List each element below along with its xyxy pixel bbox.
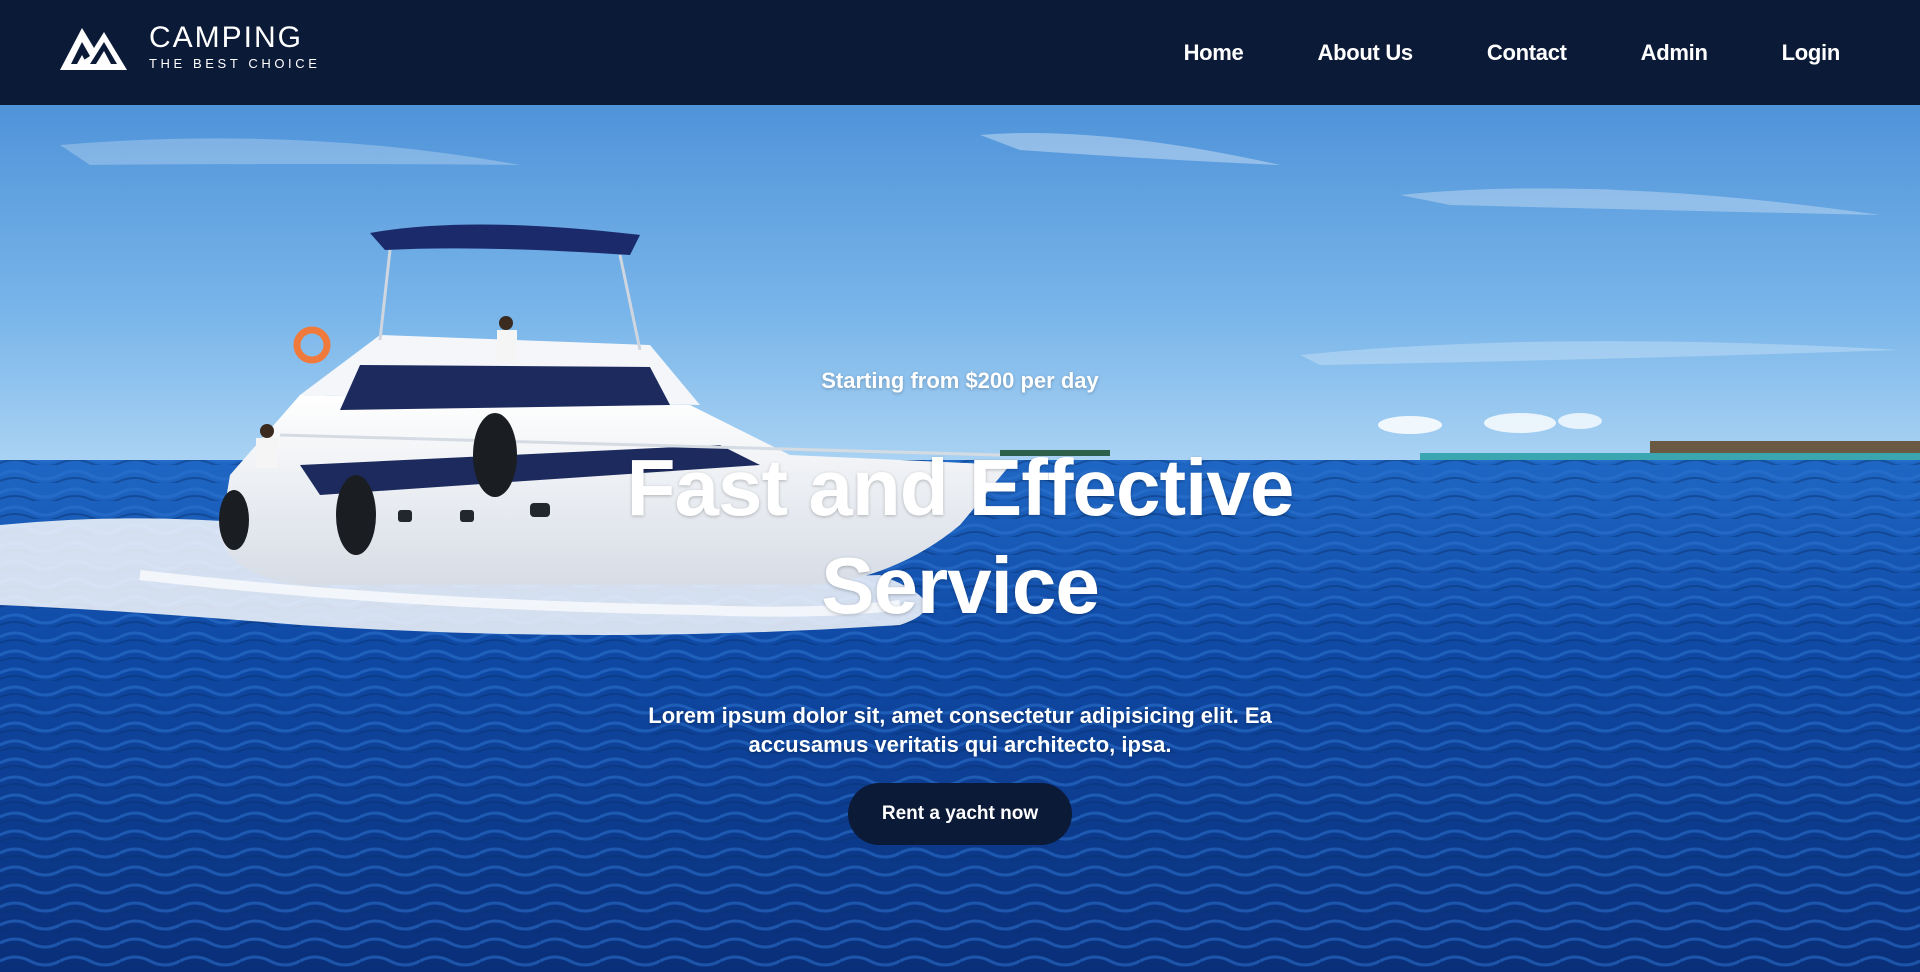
- nav-link-login[interactable]: Login: [1782, 40, 1841, 65]
- brand-text: CAMPING THE BEST CHOICE: [149, 22, 321, 72]
- brand-logo-link[interactable]: CAMPING THE BEST CHOICE: [60, 22, 321, 72]
- brand-tagline: THE BEST CHOICE: [149, 56, 321, 71]
- brand-name: CAMPING: [149, 21, 304, 54]
- nav-link-contact[interactable]: Contact: [1487, 40, 1567, 65]
- nav-item-about: About Us: [1318, 40, 1414, 66]
- hero-price-kicker: Starting from $200 per day: [821, 368, 1099, 393]
- hero-title: Fast and Effective Service: [626, 443, 1295, 630]
- nav-link-admin[interactable]: Admin: [1641, 40, 1708, 65]
- top-navbar: CAMPING THE BEST CHOICE Home About Us Co…: [0, 0, 1920, 105]
- nav-link-home[interactable]: Home: [1184, 40, 1244, 65]
- nav-item-admin: Admin: [1641, 40, 1708, 66]
- nav-item-login: Login: [1782, 40, 1841, 66]
- rent-yacht-button[interactable]: Rent a yacht now: [848, 783, 1072, 845]
- hero-description: Lorem ipsum dolor sit, amet consectetur …: [648, 703, 1272, 757]
- nav-item-home: Home: [1184, 40, 1244, 66]
- main-nav: Home About Us Contact Admin Login: [1184, 0, 1841, 105]
- nav-item-contact: Contact: [1487, 40, 1567, 66]
- hero-content: Starting from $200 per day Fast and Effe…: [560, 367, 1360, 845]
- mountain-logo-icon: [60, 28, 127, 70]
- hero-section: Starting from $200 per day Fast and Effe…: [0, 105, 1920, 972]
- nav-link-about-us[interactable]: About Us: [1318, 40, 1414, 65]
